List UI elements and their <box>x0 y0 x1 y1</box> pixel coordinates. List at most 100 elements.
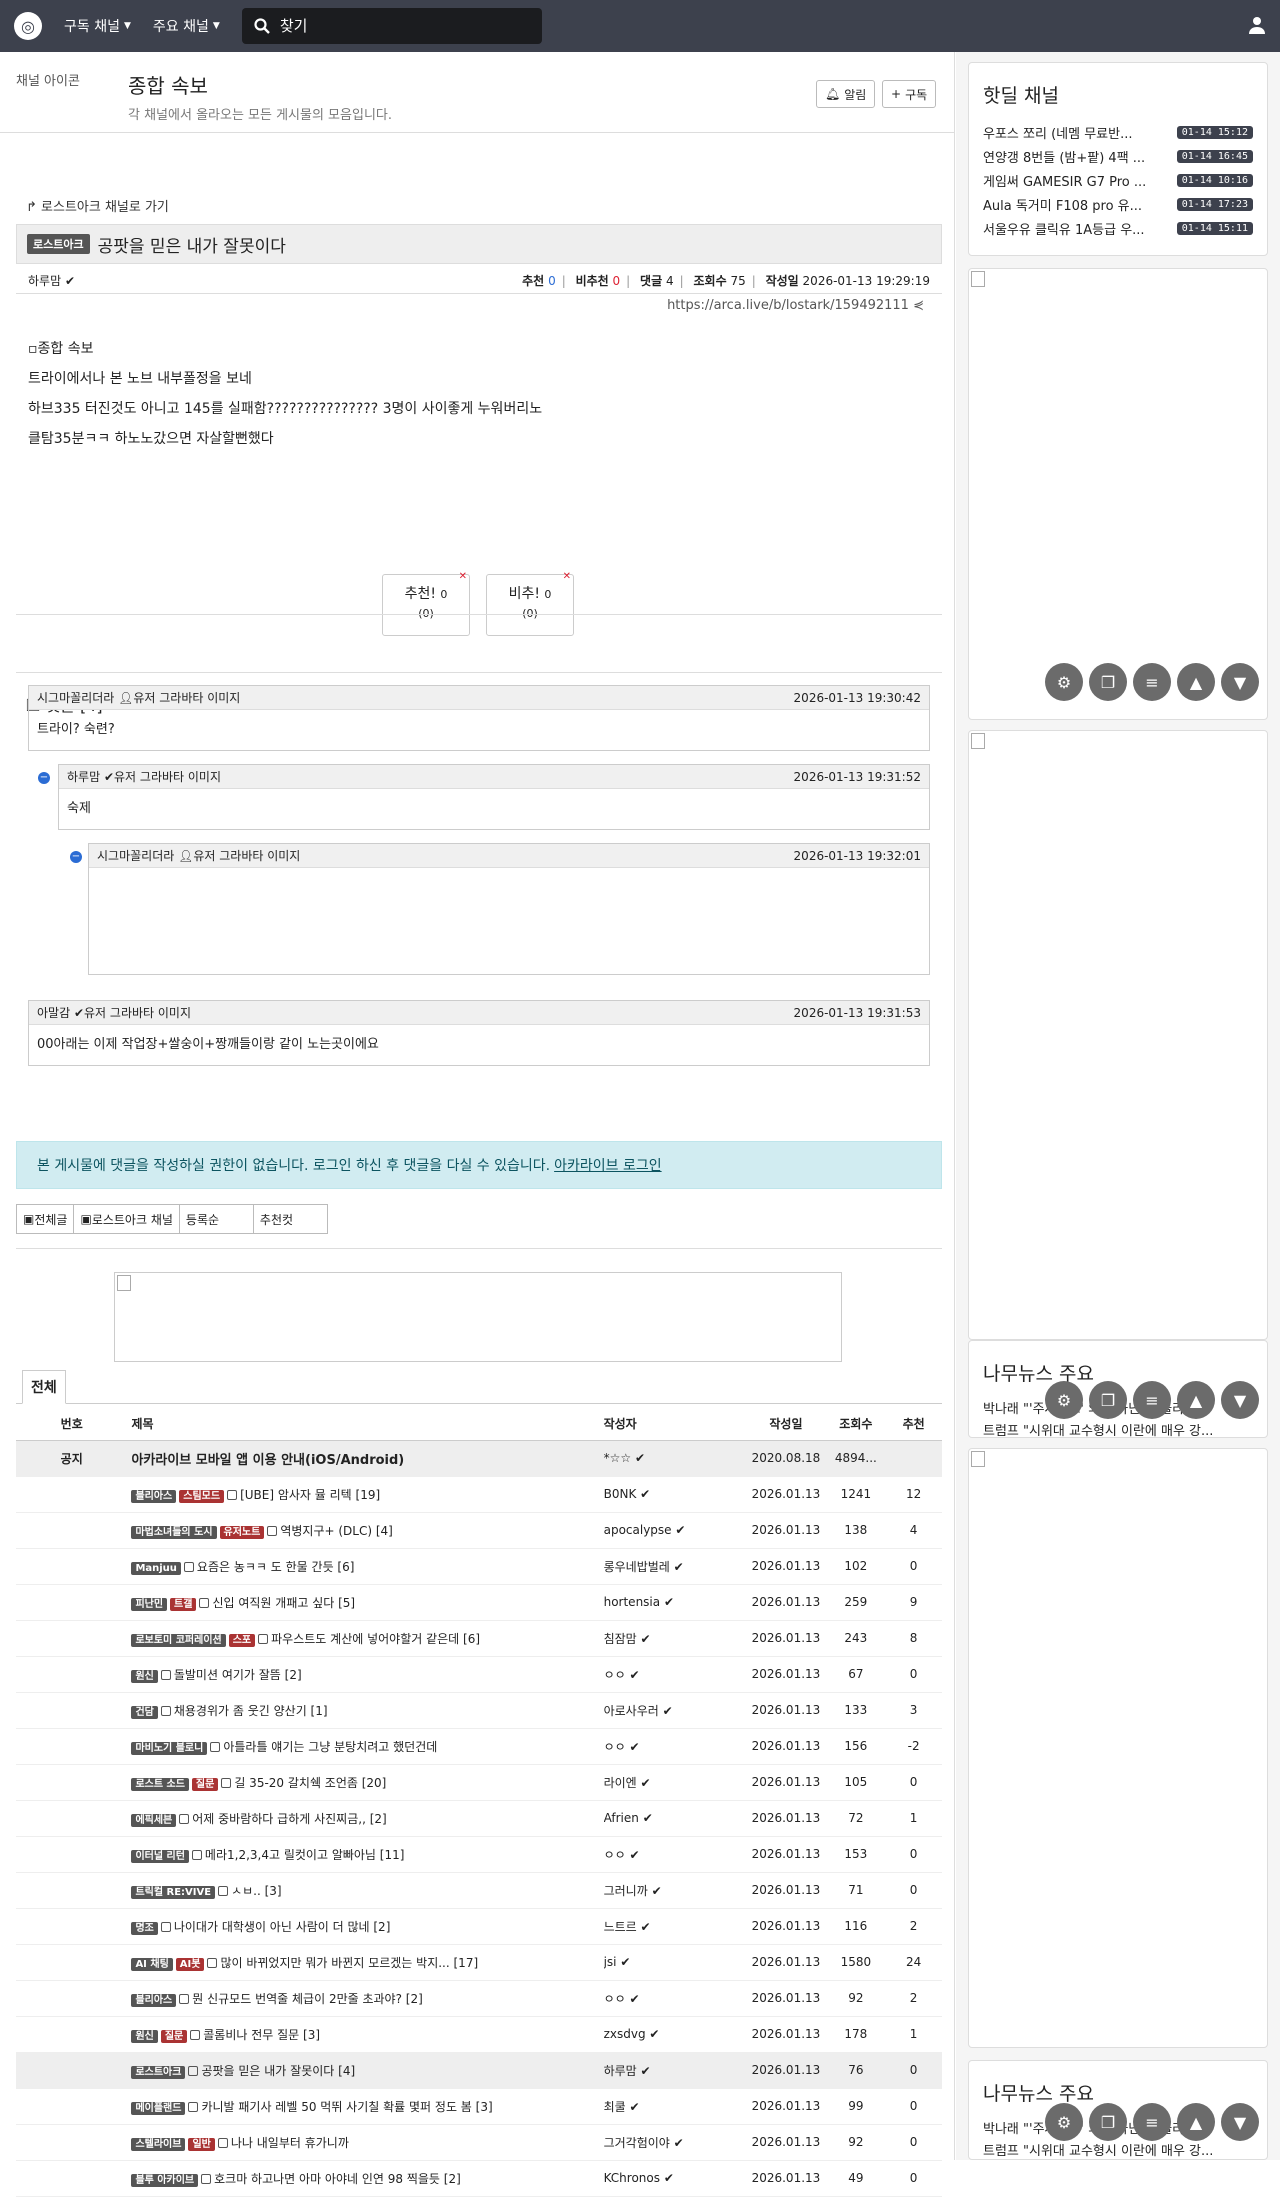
row-title[interactable]: 메이플랜드 카니발 패기사 레벨 50 먹뛰 사기칠 확률 몇퍼 정도 봄 [3] <box>127 2088 604 2125</box>
row-author[interactable]: jsi ✔ <box>603 1944 746 1981</box>
table-row[interactable]: 블루 아카이브 호크마 하고나면 아마 아야네 인연 98 찍을듯 [2] KCh… <box>16 2160 942 2197</box>
ad-banner[interactable] <box>114 1272 842 1362</box>
hotdeal-item[interactable]: 우포스 쪼리 (네멤 무료반... 01-14 15:12 <box>969 120 1267 144</box>
news-item[interactable]: 트럼프 "시위대 교수형시 이란에 매우 강... <box>969 2140 1267 2159</box>
channel-badge[interactable]: 로스트아크 <box>27 234 90 254</box>
row-title[interactable]: 블리아스 스팀모드 [UBE] 암사자 뮬 리텍 [19] <box>127 1476 604 1513</box>
ad-slot[interactable] <box>968 1448 1268 2048</box>
subscribed-channels-menu[interactable]: 구독 채널 ▼ <box>64 16 131 36</box>
table-row[interactable]: 명조 나이대가 대학생이 아닌 사람이 더 많네 [2] 느트르 ✔ 2026.0… <box>16 1908 942 1945</box>
row-author[interactable]: 라이엔 ✔ <box>603 1764 746 1801</box>
list-icon[interactable]: ≡ <box>1133 663 1171 701</box>
table-row[interactable]: 원신 질문 콜롬비나 전무 질문 [3] zxsdvg ✔ 2026.01.13 1… <box>16 2016 942 2053</box>
channel-badge[interactable]: 블루 아카이브 <box>131 2173 199 2187</box>
table-row[interactable]: 로보토미 코퍼레이션 스포 파우스트도 계산에 넣어야할거 같은데 [6] 침잠맘 … <box>16 1620 942 1657</box>
row-title[interactable]: Manjuu 요즘은 농ㅋㅋ 도 한물 간듯 [6] <box>127 1548 604 1585</box>
row-author[interactable]: 롱우네밥벌레 ✔ <box>603 1548 746 1585</box>
tab-rec-cut[interactable]: 추천컷 <box>252 1204 328 1234</box>
copy-icon[interactable]: ❐ <box>1089 663 1127 701</box>
channel-badge[interactable]: 트릭컬 RE:VIVE <box>131 1885 216 1899</box>
channel-badge[interactable]: 로스트 소드 <box>131 1777 189 1791</box>
row-title[interactable]: 마법소녀들의 도시 유저노트 역병지구+ (DLC) [4] <box>127 1512 604 1549</box>
channel-title[interactable]: 종합 속보 <box>128 70 208 99</box>
row-title[interactable]: 블리아스 뭔 신규모드 번역줄 체급이 2만줄 초과야? [2] <box>127 1980 604 2017</box>
row-title[interactable]: 피난민 트갤 신입 여직원 개패고 싶다 [5] <box>127 1584 604 1621</box>
subscribe-button[interactable]: + 구독 <box>882 80 937 108</box>
alarm-button[interactable]: 🔔︎ 알림 <box>816 80 876 108</box>
upvote-button[interactable]: ✕ 추천! 0 (0) <box>382 571 470 636</box>
gear-icon[interactable]: ⚙ <box>1045 663 1083 701</box>
copy-icon[interactable]: ❐ <box>1089 2103 1127 2141</box>
row-title[interactable]: 블루 아카이브 호크마 하고나면 아마 아야네 인연 98 찍을듯 [2] <box>127 2160 604 2197</box>
channel-badge[interactable]: 스텔라이브 <box>131 2137 186 2151</box>
table-row[interactable]: 블리아스 뭔 신규모드 번역줄 체급이 2만줄 초과야? [2] ㅇㅇ ✔ 202… <box>16 1980 942 2017</box>
row-author[interactable]: Afrien ✔ <box>603 1800 746 1837</box>
row-author[interactable]: hortensia ✔ <box>603 1584 746 1621</box>
row-author[interactable]: 그거각험이야 ✔ <box>603 2124 746 2161</box>
gear-icon[interactable]: ⚙ <box>1045 1381 1083 1419</box>
login-link[interactable]: 아카라이브 로그인 <box>554 1155 662 1175</box>
arrow-down-icon[interactable]: ▼ <box>1221 1381 1259 1419</box>
list-icon[interactable]: ≡ <box>1133 1381 1171 1419</box>
arrow-up-icon[interactable]: ▲ <box>1177 663 1215 701</box>
table-row[interactable]: 스텔라이브 일반 나나 내일부터 휴가니까 그거각험이야 ✔ 2026.01.13 … <box>16 2124 942 2161</box>
notice-row[interactable]: 공지 아카라이브 모바일 앱 이용 안내(iOS/Android) *☆☆ ✔ … <box>16 1440 942 1477</box>
channel-badge[interactable]: 이터널 리턴 <box>131 1849 189 1863</box>
tab-all-posts[interactable]: ▣ 전체글 <box>16 1204 75 1234</box>
arrow-up-icon[interactable]: ▲ <box>1177 1381 1215 1419</box>
comment-author[interactable]: 시그마꼴리더라 👤︎유저 그라바타 이미지 <box>37 689 794 706</box>
hotdeal-title[interactable]: 핫딜 채널 <box>983 81 1253 108</box>
row-author[interactable]: zxsdvg ✔ <box>603 2016 746 2053</box>
channel-badge[interactable]: 로보토미 코퍼레이션 <box>131 1633 226 1647</box>
row-author[interactable]: ㅇㅇ ✔ <box>603 1980 746 2017</box>
channel-badge[interactable]: 원신 <box>131 1669 158 1683</box>
row-author[interactable]: 그러니까 ✔ <box>603 1872 746 1909</box>
user-icon[interactable] <box>1248 16 1266 34</box>
channel-badge[interactable]: 마비노기 블로니 <box>131 1741 208 1755</box>
row-title[interactable]: 트릭컬 RE:VIVE ㅅㅂ.. [3] <box>127 1872 604 1909</box>
row-title[interactable]: 로스트아크 공팟을 믿은 내가 잘못이다 [4] <box>127 2052 604 2089</box>
row-title[interactable]: 명조 나이대가 대학생이 아닌 사람이 더 많네 [2] <box>127 1908 604 1945</box>
comment-author[interactable]: 시그마꼴리더라 👤︎유저 그라바타 이미지 <box>97 847 794 864</box>
table-row[interactable]: Manjuu 요즘은 농ㅋㅋ 도 한물 간듯 [6] 롱우네밥벌레 ✔ 2026.… <box>16 1548 942 1585</box>
downvote-button[interactable]: ✕ 비추! 0 (0) <box>486 571 574 636</box>
channel-badge[interactable]: 명조 <box>131 1921 158 1935</box>
table-row[interactable]: 메이플랜드 카니발 패기사 레벨 50 먹뛰 사기칠 확률 몇퍼 정도 봄 [3]… <box>16 2088 942 2125</box>
channel-badge[interactable]: 블리아스 <box>131 1489 177 1503</box>
row-title[interactable]: 스텔라이브 일반 나나 내일부터 휴가니까 <box>127 2124 604 2161</box>
row-author[interactable]: ㅇㅇ ✔ <box>603 1836 746 1873</box>
row-author[interactable]: 아로사우러 ✔ <box>603 1692 746 1729</box>
channel-badge[interactable]: 에픽세븐 <box>131 1813 177 1827</box>
table-row[interactable]: 이터널 리턴 메라1,2,3,4고 릴컷이고 알빠아님 [11] ㅇㅇ ✔ 202… <box>16 1836 942 1873</box>
table-row[interactable]: 블리아스 스팀모드 [UBE] 암사자 뮬 리텍 [19] B0NK ✔ 2026.… <box>16 1476 942 1513</box>
row-author[interactable]: apocalypse ✔ <box>603 1512 746 1549</box>
copy-icon[interactable]: ❐ <box>1089 1381 1127 1419</box>
row-title[interactable]: 이터널 리턴 메라1,2,3,4고 릴컷이고 알빠아님 [11] <box>127 1836 604 1873</box>
row-author[interactable]: 느트르 ✔ <box>603 1908 746 1945</box>
row-author[interactable]: 하루맘 ✔ <box>603 2052 746 2089</box>
table-row[interactable]: 피난민 트갤 신입 여직원 개패고 싶다 [5] hortensia ✔ 2026.… <box>16 1584 942 1621</box>
channel-badge[interactable]: 원신 <box>131 2029 158 2043</box>
table-row[interactable]: 마법소녀들의 도시 유저노트 역병지구+ (DLC) [4] apocalypse … <box>16 1512 942 1549</box>
channel-badge[interactable]: 메이플랜드 <box>131 2101 186 2115</box>
channel-badge[interactable]: 피난민 <box>131 1597 168 1611</box>
comment-author[interactable]: 하루맘 ✔유저 그라바타 이미지 <box>67 768 794 785</box>
row-title[interactable]: AI 채팅 AI봇 많이 바뀌었지만 뭐가 바뀐지 모르겠는 박지... [17] <box>127 1944 604 1981</box>
hotdeal-item[interactable]: 게임써 GAMESIR G7 Pro ... 01-14 10:16 <box>969 168 1267 192</box>
table-row[interactable]: AI 채팅 AI봇 많이 바뀌었지만 뭐가 바뀐지 모르겠는 박지... [17] … <box>16 1944 942 1981</box>
channel-badge[interactable]: 건담 <box>131 1705 158 1719</box>
channel-badge[interactable]: AI 채팅 <box>131 1957 173 1971</box>
post-author[interactable]: 하루맘 ✔ <box>28 272 522 289</box>
ad-slot[interactable]: ⚙ ❐ ≡ ▲ ▼ <box>968 268 1268 720</box>
arca-logo-icon[interactable]: ◎ <box>14 12 42 40</box>
row-author[interactable]: KChronos ✔ <box>603 2160 746 2197</box>
arrow-down-icon[interactable]: ▼ <box>1221 663 1259 701</box>
gear-icon[interactable]: ⚙ <box>1045 2103 1083 2141</box>
channel-badge[interactable]: 블리아스 <box>131 1993 177 2007</box>
back-to-channel-link[interactable]: ↱ 로스트아크 채널로 가기 <box>26 196 169 215</box>
channel-badge[interactable]: 로스트아크 <box>131 2065 186 2079</box>
row-title[interactable]: 원신 질문 콜롬비나 전무 질문 [3] <box>127 2016 604 2053</box>
row-title[interactable]: 아카라이브 모바일 앱 이용 안내(iOS/Android) <box>127 1440 604 1477</box>
row-title[interactable]: 원신 돌발미션 여기가 잘뜸 [2] <box>127 1656 604 1693</box>
tab-lostark-channel[interactable]: ▣ 로스트아크 채널 <box>73 1204 180 1234</box>
